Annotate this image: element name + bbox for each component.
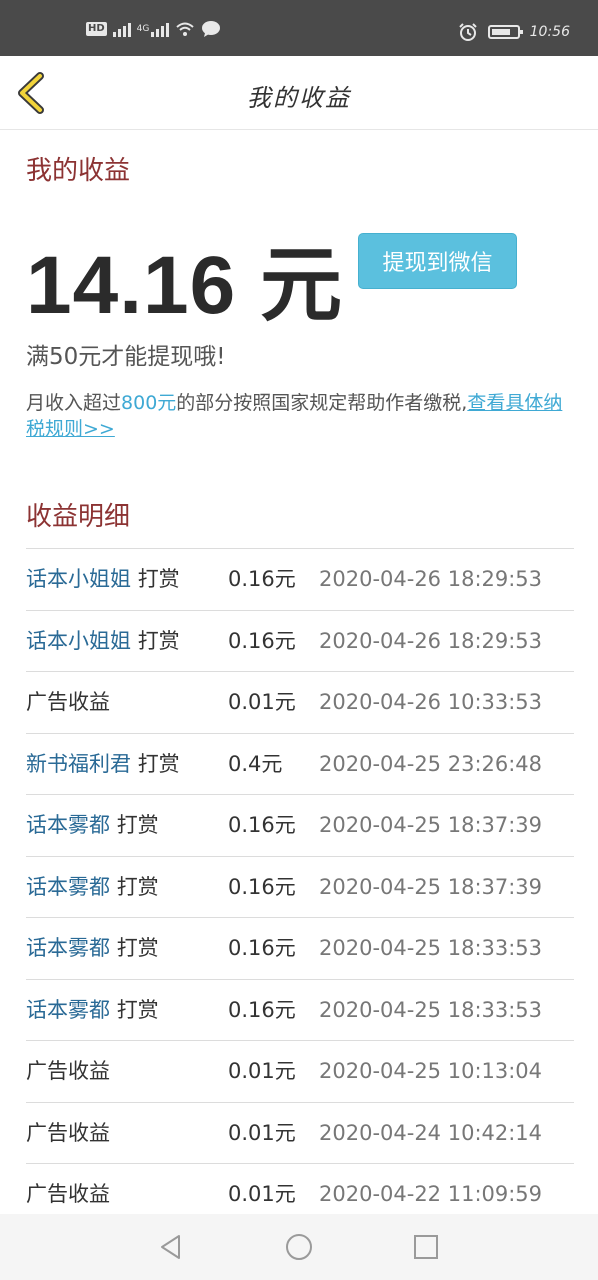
nav-recents-button[interactable] [410,1231,442,1263]
tipper-name-link[interactable]: 话本雾都 [26,875,110,899]
row-timestamp: 2020-04-25 23:26:48 [319,751,543,776]
alarm-icon [458,23,477,41]
tipper-name-link[interactable]: 话本雾都 [26,813,110,837]
row-source: 广告收益 [26,672,110,733]
row-timestamp: 2020-04-26 10:33:53 [319,690,543,714]
row-timestamp: 2020-04-25 18:33:53 [319,936,543,960]
nav-back-button[interactable] [155,1231,187,1263]
row-type: 打赏 [116,936,159,960]
list-item: 话本雾都 打赏 0.16元 2020-04-25 18:33:53 [26,918,574,980]
list-item: 话本雾都 打赏 0.16元 2020-04-25 18:37:39 [26,795,574,857]
page-title: 我的收益 [247,84,351,112]
signal-icon-2 [151,21,170,37]
chat-bubble-icon [202,21,221,37]
row-timestamp: 2020-04-26 18:29:53 [319,628,543,653]
recents-square-icon [414,1235,438,1259]
row-timestamp: 2020-04-25 10:13:04 [319,1059,543,1083]
row-timestamp: 2020-04-25 18:37:39 [319,813,543,837]
row-amount: 0.01元 [228,690,296,714]
details-section-title: 收益明细 [26,502,131,532]
row-amount: 0.01元 [228,1120,296,1145]
row-timestamp: 2020-04-26 18:29:53 [319,567,543,591]
status-time: 10:56 [529,24,570,40]
row-type: 打赏 [137,628,180,653]
row-type: 打赏 [116,813,159,837]
battery-icon [487,25,523,39]
tipper-name-link[interactable]: 话本雾都 [26,936,110,960]
list-item: 话本雾都 打赏 0.16元 2020-04-25 18:37:39 [26,857,574,918]
network-label: 4G [136,24,150,34]
tax-note-text-1: 月收入超过 [26,392,122,414]
row-type: 广告收益 [26,1120,110,1145]
row-source: 新书福利君 打赏 [26,734,180,795]
row-source: 话本小姐姐 打赏 [26,549,180,610]
row-source: 广告收益 [26,1103,110,1164]
row-amount: 0.16元 [228,874,296,899]
row-amount: 0.16元 [228,628,296,653]
tipper-name-link[interactable]: 话本小姐姐 [26,629,131,653]
tax-note: 月收入超过800元的部分按照国家规定帮助作者缴税,查看具体纳税规则>> [26,390,574,442]
row-source: 话本雾都 打赏 [26,795,159,856]
row-amount: 0.01元 [228,1059,296,1083]
list-item: 广告收益 0.01元 2020-04-25 10:13:04 [26,1041,574,1103]
system-nav-bar [0,1214,598,1280]
list-item: 新书福利君 打赏 0.4元 2020-04-25 23:26:48 [26,734,574,795]
row-type: 广告收益 [26,690,110,714]
row-type: 广告收益 [26,1059,110,1083]
list-item: 话本小姐姐 打赏 0.16元 2020-04-26 18:29:53 [26,611,574,672]
earnings-detail-list: 话本小姐姐 打赏 0.16元 2020-04-26 18:29:53 话本小姐姐 打赏… [26,548,574,1226]
row-type: 广告收益 [26,1182,110,1206]
row-amount: 0.4元 [228,751,283,776]
row-amount: 0.16元 [228,567,296,591]
row-type: 打赏 [116,997,159,1022]
row-source: 话本小姐姐 打赏 [26,611,180,672]
row-timestamp: 2020-04-25 18:33:53 [319,997,543,1022]
list-item: 广告收益 0.01元 2020-04-24 10:42:14 [26,1103,574,1164]
back-triangle-icon [161,1235,180,1259]
row-amount: 0.16元 [228,813,296,837]
tipper-name-link[interactable]: 话本雾都 [26,998,110,1022]
app-header: 我的收益 [0,56,598,130]
list-item: 广告收益 0.01元 2020-04-26 10:33:53 [26,672,574,734]
tipper-name-link[interactable]: 话本小姐姐 [26,567,131,591]
row-timestamp: 2020-04-25 18:37:39 [319,874,543,899]
nav-home-button[interactable] [283,1231,315,1263]
row-timestamp: 2020-04-24 10:42:14 [319,1120,543,1145]
row-type: 打赏 [137,567,180,591]
status-left: HD 4G [86,20,221,38]
row-source: 广告收益 [26,1041,110,1102]
earnings-section-title: 我的收益 [26,156,131,186]
row-source: 话本雾都 打赏 [26,980,159,1041]
list-item: 话本小姐姐 打赏 0.16元 2020-04-26 18:29:53 [26,549,574,611]
wifi-icon [176,22,195,36]
tax-threshold: 800元 [121,392,177,414]
home-circle-icon [286,1234,312,1260]
minimum-withdraw-note: 满50元才能提现哦! [26,344,226,370]
signal-icon [112,21,131,37]
status-right: 10:56 [458,22,570,42]
row-amount: 0.16元 [228,997,296,1022]
tipper-name-link[interactable]: 新书福利君 [26,752,131,776]
row-source: 话本雾都 打赏 [26,857,159,918]
tax-note-text-2: 的部分按照国家规定帮助作者缴税, [176,392,468,414]
status-bar: HD 4G 10:56 [0,0,598,56]
row-amount: 0.16元 [228,936,296,960]
row-type: 打赏 [116,874,159,899]
list-item: 话本雾都 打赏 0.16元 2020-04-25 18:33:53 [26,980,574,1041]
row-source: 话本雾都 打赏 [26,918,159,979]
withdraw-to-wechat-button[interactable]: 提现到微信 [358,233,517,289]
earnings-amount: 14.16 元 [26,240,343,331]
hd-badge: HD [86,22,107,36]
row-type: 打赏 [137,751,180,776]
